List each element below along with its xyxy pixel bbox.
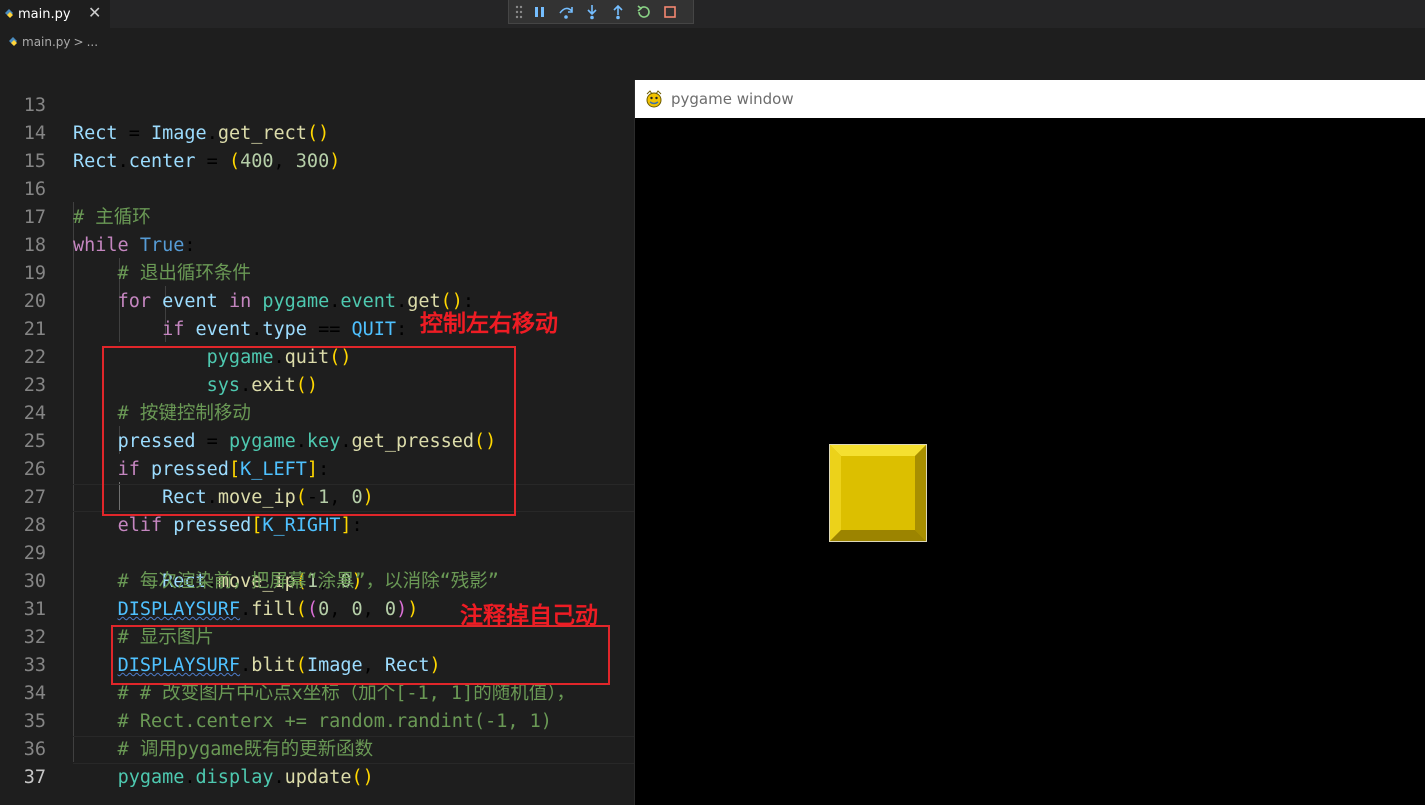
code-line-31: 31 # 显示图片	[0, 568, 634, 648]
highlight-box-move	[102, 346, 516, 516]
annotation-comment: 注释掉自己动	[460, 603, 598, 629]
code-line-30: 30 DISPLAYSURF.fill((0, 0, 0))	[0, 540, 634, 620]
pause-icon[interactable]	[531, 4, 549, 20]
drag-grip-icon[interactable]	[515, 5, 523, 19]
tab-main-py[interactable]: main.py ✕	[0, 0, 110, 28]
window-titlebar[interactable]: pygame window	[635, 80, 1425, 118]
pygame-snake-icon	[646, 90, 662, 108]
code-line-36: 36 pygame.display.update()	[0, 708, 634, 788]
step-over-icon[interactable]	[557, 4, 575, 20]
window-title: pygame window	[671, 90, 794, 108]
code-line-16: 16 # 主循环	[0, 148, 634, 228]
tab-bar: main.py ✕	[0, 0, 1425, 28]
code-line-18: 18 # 退出循环条件	[0, 204, 634, 284]
code-line-17: 17 while True:	[0, 176, 634, 256]
stop-icon[interactable]	[661, 4, 679, 20]
tab-label: main.py	[18, 6, 71, 22]
debug-toolbar	[508, 0, 694, 24]
annotation-move: 控制左右移动	[420, 311, 558, 337]
code-line-partial: Image = pygame.image.load('../pic/yellow…	[0, 52, 634, 60]
step-out-icon[interactable]	[609, 4, 627, 20]
pygame-window[interactable]: pygame window	[634, 80, 1425, 805]
code-line-37: 37	[0, 736, 634, 788]
line-number: 37	[23, 767, 46, 788]
python-file-icon	[5, 9, 13, 18]
yellow-block-sprite	[829, 444, 927, 542]
code-line-14: 14 Rect.center = (400, 300)	[0, 92, 634, 172]
code-line-19: 19 for event in pygame.event.get():	[0, 232, 634, 312]
step-into-icon[interactable]	[583, 4, 601, 20]
code-line-13: 13 Rect = Image.get_rect()	[0, 64, 634, 144]
code-line-15: 15	[0, 120, 634, 172]
restart-icon[interactable]	[635, 4, 653, 20]
highlight-box-comment	[111, 625, 610, 685]
cursor-line-highlight	[73, 736, 634, 764]
code-line-20: 20 if event.type == QUIT:	[0, 260, 634, 340]
close-icon[interactable]: ✕	[88, 3, 101, 22]
code-line-29: 29 # 每次渲染前，把屏幕“涂黑”，以消除“残影”	[0, 512, 634, 592]
